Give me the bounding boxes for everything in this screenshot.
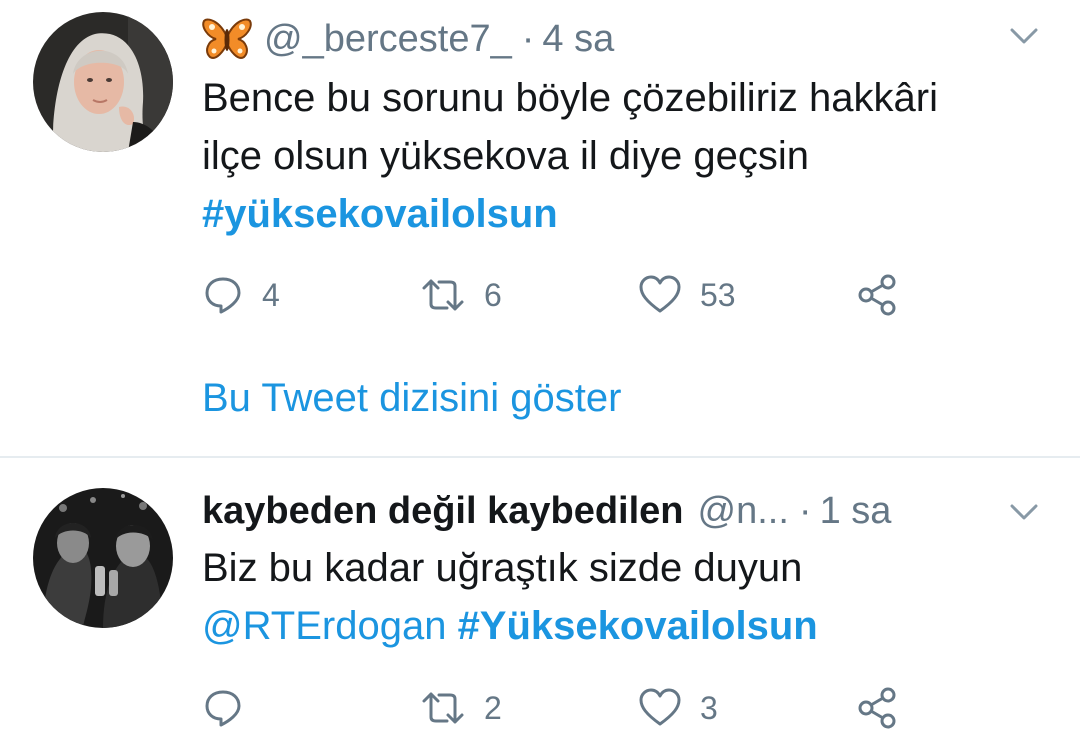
- share-icon: [858, 274, 896, 316]
- share-button[interactable]: [856, 683, 900, 733]
- separator-dot: ·: [798, 489, 812, 532]
- tweet-actions: 4 6 53: [202, 270, 922, 320]
- retweet-count: 2: [484, 689, 502, 726]
- timestamp[interactable]: 4 sa: [542, 18, 614, 61]
- heart-icon: [639, 275, 681, 313]
- avatar[interactable]: [33, 12, 173, 152]
- tweet-text-line: ilçe olsun yüksekova il diye geçsin: [202, 134, 809, 178]
- user-handle[interactable]: @n...: [698, 490, 789, 533]
- like-button[interactable]: 53: [638, 270, 736, 320]
- chevron-down-icon[interactable]: [1006, 494, 1042, 530]
- tweet-header: @_berceste7_ · 4 sa: [202, 14, 980, 64]
- chevron-down-icon[interactable]: [1006, 18, 1042, 54]
- user-handle[interactable]: @_berceste7_: [264, 18, 512, 61]
- retweet-count: 6: [484, 276, 502, 313]
- mention-link[interactable]: @RTErdogan: [202, 604, 446, 648]
- show-thread-link[interactable]: Bu Tweet dizisini göster: [202, 372, 621, 424]
- tweet-header: kaybeden değil kaybedilen @n... · 1 sa: [202, 486, 980, 536]
- tweet-text-line: Biz bu kadar uğraştık sizde duyun: [202, 546, 803, 590]
- butterfly-emoji-icon: [202, 17, 252, 61]
- heart-icon: [639, 688, 681, 726]
- avatar-photo: [33, 488, 173, 628]
- tweet-1[interactable]: @_berceste7_ · 4 sa Bence bu sorunu böyl…: [0, 0, 1080, 456]
- reply-button[interactable]: [202, 683, 262, 733]
- retweet-icon: [422, 279, 464, 311]
- retweet-button[interactable]: 2: [420, 683, 502, 733]
- like-count: 53: [700, 276, 736, 313]
- retweet-button[interactable]: 6: [420, 270, 502, 320]
- hashtag-link[interactable]: #yüksekovailolsun: [202, 192, 558, 236]
- share-button[interactable]: [856, 270, 900, 320]
- like-button[interactable]: 3: [638, 683, 718, 733]
- tweet-2[interactable]: kaybeden değil kaybedilen @n... · 1 sa B…: [0, 458, 1080, 756]
- share-icon: [858, 687, 896, 729]
- tweet-text: Bence bu sorunu böyle çözebiliriz hakkâr…: [202, 69, 1050, 243]
- like-count: 3: [700, 689, 718, 726]
- display-name[interactable]: kaybeden değil kaybedilen: [202, 490, 684, 533]
- reply-bubble-icon: [205, 277, 241, 314]
- reply-button[interactable]: 4: [202, 270, 280, 320]
- retweet-icon: [422, 692, 464, 724]
- tweet-text: Biz bu kadar uğraştık sizde duyun @RTErd…: [202, 539, 1050, 655]
- avatar-photo: [33, 12, 173, 152]
- timestamp[interactable]: 1 sa: [820, 490, 892, 533]
- reply-count: 4: [262, 276, 280, 313]
- avatar[interactable]: [33, 488, 173, 628]
- separator-dot: ·: [521, 17, 535, 60]
- hashtag-link[interactable]: #Yüksekovailolsun: [458, 604, 818, 648]
- tweet-actions: 2 3: [202, 683, 922, 733]
- tweet-text-line: Bence bu sorunu böyle çözebiliriz hakkâr…: [202, 76, 938, 120]
- reply-bubble-icon: [205, 690, 241, 727]
